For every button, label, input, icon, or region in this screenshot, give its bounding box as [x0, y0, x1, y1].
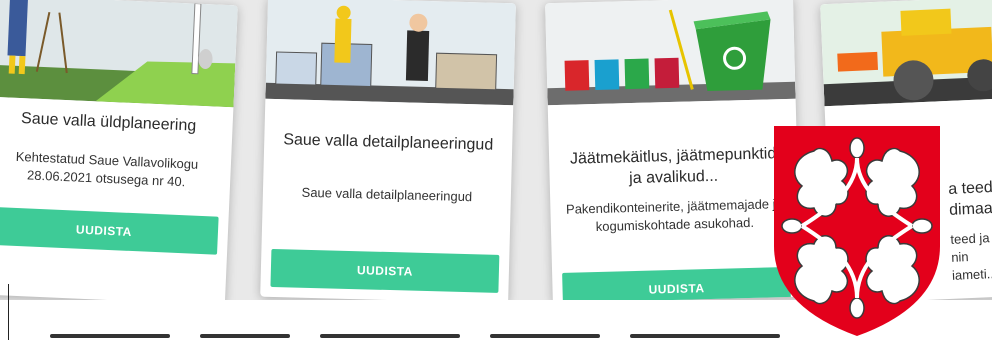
text-cursor: [8, 284, 9, 340]
card-title: a teed j dimaac: [947, 179, 992, 219]
road-roller-illustration: [820, 0, 992, 107]
card-description: Saue valla detailplaneeringud: [301, 184, 473, 205]
card-title: Jäätmekäitlus, jäätmepunktid ja avalikud…: [569, 145, 777, 188]
cut-off-text-line: [30, 332, 810, 341]
saue-coat-of-arms-icon: [774, 126, 940, 336]
update-button[interactable]: UUDISTA: [562, 266, 792, 300]
waste-bins-illustration: [545, 0, 796, 106]
planning-illustration: [265, 0, 516, 106]
card-detailed-plans[interactable]: Saue valla detailplaneeringud Saue valla…: [260, 0, 516, 300]
update-button[interactable]: UUDISTA: [0, 206, 219, 255]
card-description: Kehtestatud Saue Vallavolikogu 28.06.202…: [15, 148, 199, 190]
surveyor-illustration: [0, 0, 238, 108]
card-title: Saue valla üldplaneering: [20, 110, 197, 135]
card-general-plan[interactable]: Saue valla üldplaneering Kehtestatud Sau…: [0, 0, 238, 300]
update-button[interactable]: UUDISTA: [270, 248, 500, 293]
card-description: teed ja aad nin iameti...: [950, 229, 992, 283]
card-description: Pakendikonteinerite, jäätmemajade ja kog…: [565, 196, 783, 234]
card-title: Saue valla detailplaneeringud: [283, 131, 494, 154]
card-waste-management[interactable]: Jäätmekäitlus, jäätmepunktid ja avalikud…: [545, 0, 801, 300]
